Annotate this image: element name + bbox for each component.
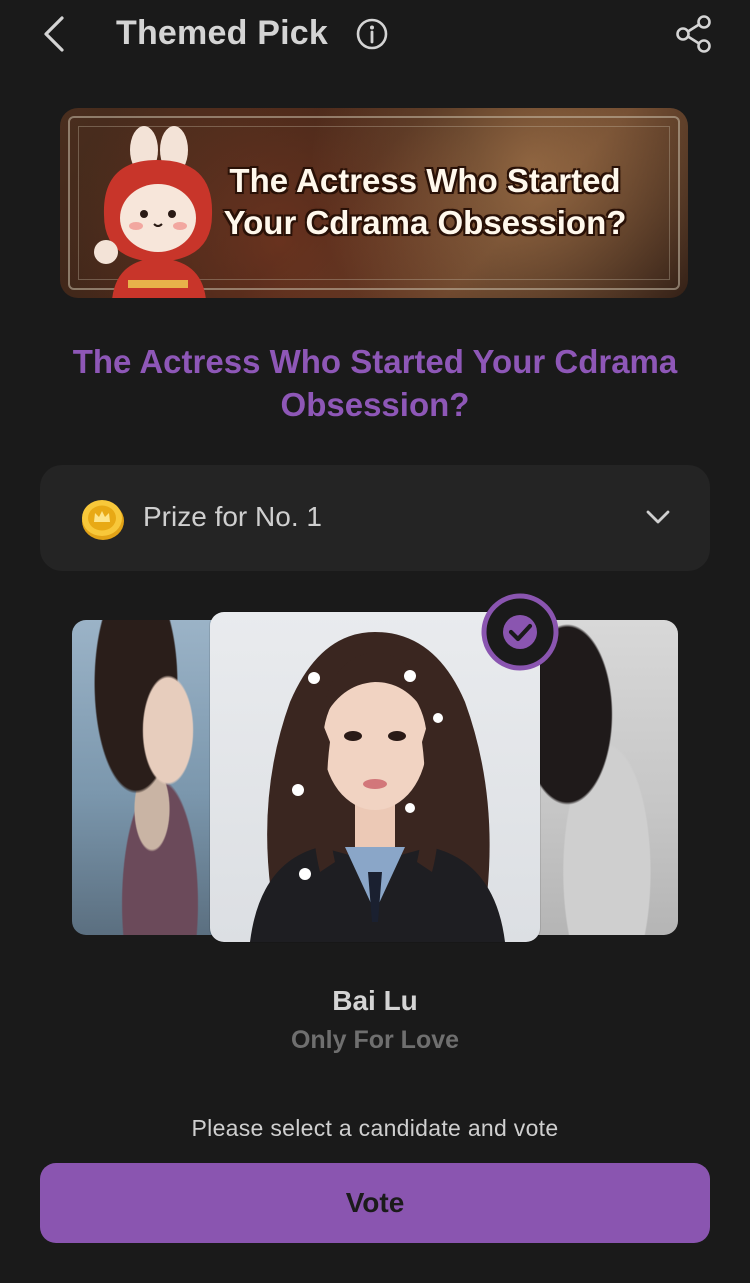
themed-pick-screen: Themed Pick The Actress Who Started Your… <box>0 0 750 1283</box>
page-title: Themed Pick <box>116 14 328 52</box>
vote-hint: Please select a candidate and vote <box>191 1115 559 1141</box>
coin-icon <box>82 500 124 540</box>
candidate-card-previous[interactable] <box>72 620 232 935</box>
prize-label: Prize for No. 1 <box>143 501 322 532</box>
topic-title: The Actress Who Started Your Cdrama Obse… <box>72 343 678 423</box>
selected-check-icon[interactable] <box>480 592 560 672</box>
back-arrow-icon[interactable] <box>36 12 76 56</box>
chevron-down-icon <box>646 510 670 524</box>
share-icon[interactable] <box>672 12 716 56</box>
vote-button[interactable]: Vote <box>40 1163 710 1243</box>
candidate-name: Bai Lu <box>332 985 418 1016</box>
candidate-drama: Only For Love <box>290 1026 460 1054</box>
prize-dropdown[interactable]: Prize for No. 1 <box>40 465 710 571</box>
info-icon[interactable] <box>355 17 389 51</box>
topic-banner: The Actress Who Started Your Cdrama Obse… <box>60 108 688 298</box>
header-bar: Themed Pick <box>0 0 750 70</box>
banner-headline: The Actress Who Started Your Cdrama Obse… <box>223 162 627 241</box>
